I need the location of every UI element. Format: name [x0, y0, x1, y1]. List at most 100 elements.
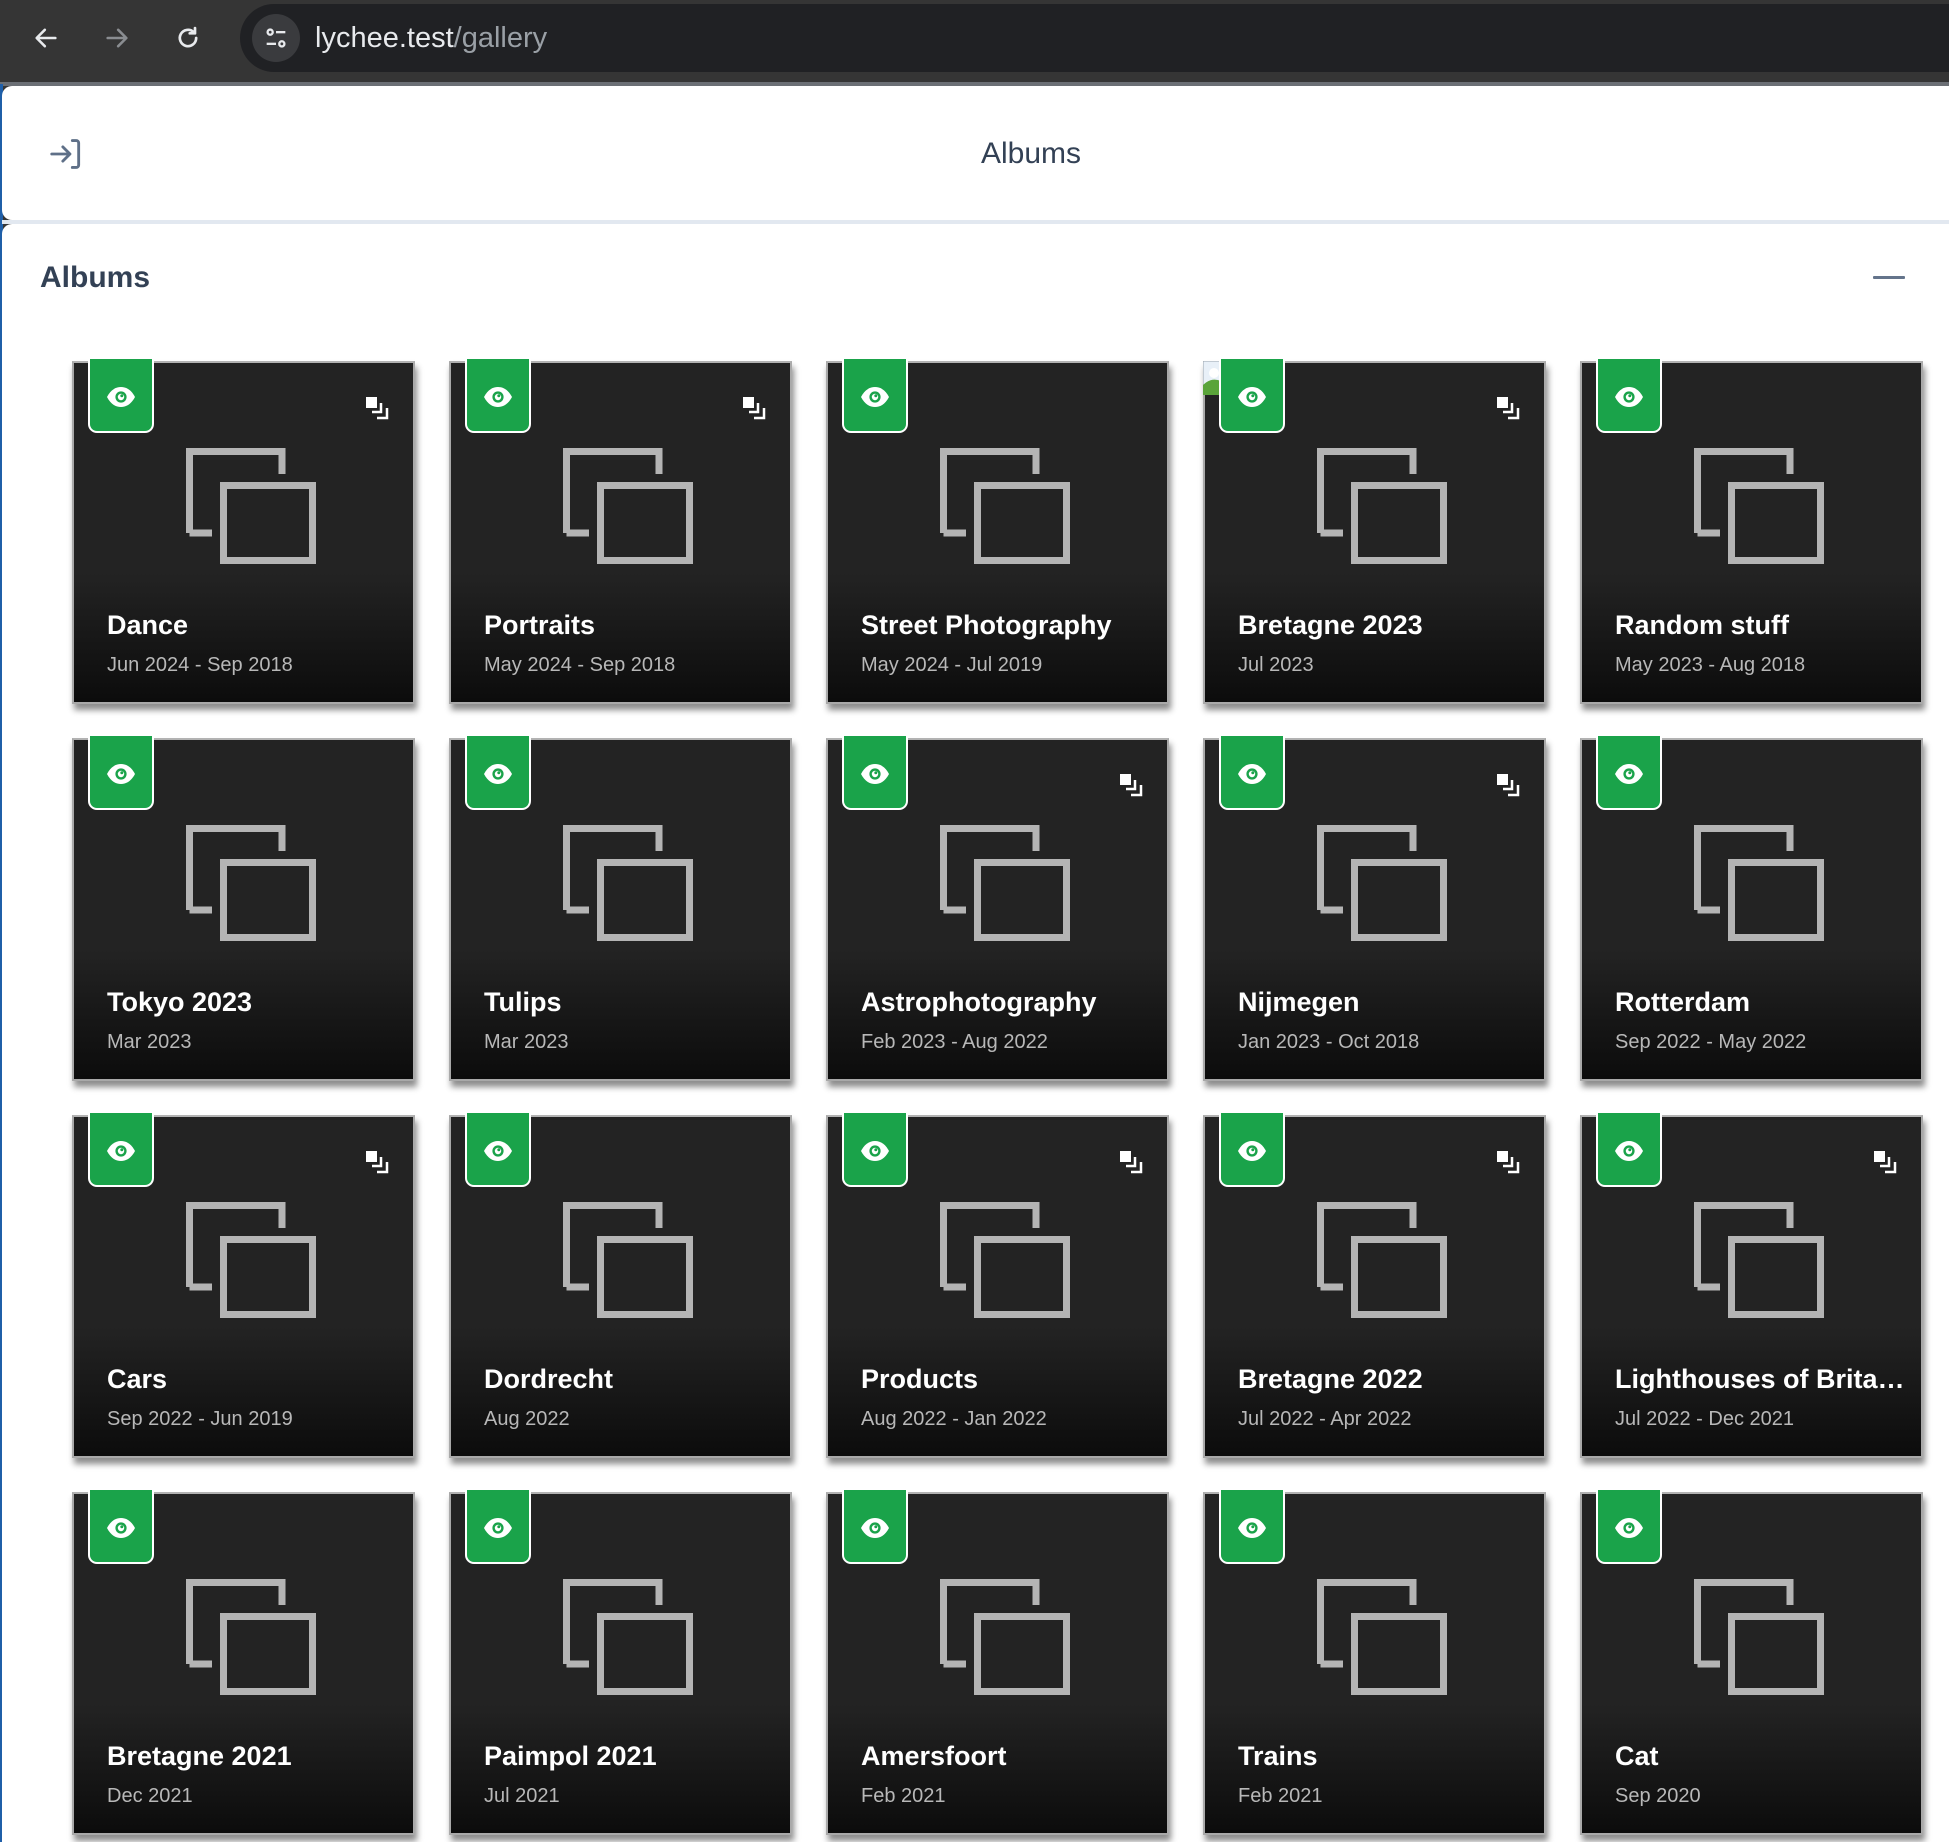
- album-placeholder-icon: [1317, 448, 1447, 564]
- public-badge: [842, 1490, 908, 1564]
- album-placeholder-icon: [563, 1579, 693, 1695]
- album-card[interactable]: Street Photography May 2024 - Jul 2019: [826, 359, 1169, 704]
- eye-icon: [1238, 1141, 1266, 1161]
- album-title: Cars: [107, 1364, 168, 1394]
- album-placeholder-icon: [940, 1579, 1070, 1695]
- address-bar[interactable]: lychee.test/gallery: [240, 4, 1949, 72]
- album-card[interactable]: Tokyo 2023 Mar 2023: [72, 736, 415, 1081]
- page-title: Albums: [980, 137, 1082, 170]
- album-card[interactable]: Lighthouses of Brita… Jul 2022 - Dec 202…: [1580, 1113, 1923, 1458]
- album-card[interactable]: Products Aug 2022 - Jan 2022: [826, 1113, 1169, 1458]
- album-date: Dec 2021: [107, 1785, 193, 1807]
- subalbums-icon: [366, 397, 389, 420]
- eye-icon: [861, 1141, 889, 1161]
- album-card[interactable]: Cars Sep 2022 - Jun 2019: [72, 1113, 415, 1458]
- album-date: Feb 2021: [861, 1785, 946, 1807]
- public-badge: [1596, 1490, 1662, 1564]
- eye-icon: [107, 387, 135, 407]
- album-title: Tokyo 2023: [107, 987, 253, 1017]
- eye-icon: [484, 1518, 512, 1538]
- public-badge: [1219, 1490, 1285, 1564]
- album-card[interactable]: Dance Jun 2024 - Sep 2018: [72, 359, 415, 704]
- minus-icon: [1873, 275, 1905, 279]
- arrow-right-icon: [106, 28, 128, 48]
- album-placeholder-icon: [563, 825, 693, 941]
- album-placeholder-icon: [186, 1579, 316, 1695]
- public-badge: [1596, 359, 1662, 433]
- subalbums-icon: [366, 1151, 389, 1174]
- album-card[interactable]: Nijmegen Jan 2023 - Oct 2018: [1203, 736, 1546, 1081]
- album-title: Bretagne 2021: [107, 1741, 292, 1771]
- eye-icon: [484, 764, 512, 784]
- public-badge: [1596, 736, 1662, 810]
- eye-icon: [107, 764, 135, 784]
- album-card[interactable]: Bretagne 2022 Jul 2022 - Apr 2022: [1203, 1113, 1546, 1458]
- album-card[interactable]: Amersfoort Feb 2021: [826, 1490, 1169, 1835]
- public-badge: [88, 1113, 154, 1187]
- eye-icon: [861, 387, 889, 407]
- album-date: Jun 2024 - Sep 2018: [107, 654, 293, 676]
- album-date: May 2023 - Aug 2018: [1615, 654, 1806, 676]
- eye-icon: [107, 1518, 135, 1538]
- album-card[interactable]: Tulips Mar 2023: [449, 736, 792, 1081]
- album-card[interactable]: Rotterdam Sep 2022 - May 2022: [1580, 736, 1923, 1081]
- album-date: Aug 2022 - Jan 2022: [861, 1408, 1047, 1430]
- site-info-button[interactable]: [252, 14, 300, 62]
- album-card[interactable]: Trains Feb 2021: [1203, 1490, 1546, 1835]
- album-placeholder-icon: [1317, 1202, 1447, 1318]
- public-badge: [88, 1490, 154, 1564]
- album-date: Jul 2023: [1238, 654, 1314, 676]
- url-path: /gallery: [453, 22, 548, 54]
- eye-icon: [1238, 387, 1266, 407]
- album-card[interactable]: Dordrecht Aug 2022: [449, 1113, 792, 1458]
- browser-toolbar: lychee.test/gallery: [0, 0, 1949, 84]
- album-title: Astrophotography: [861, 987, 1097, 1017]
- eye-icon: [1238, 764, 1266, 784]
- album-date: Feb 2023 - Aug 2022: [861, 1031, 1048, 1053]
- album-title: Nijmegen: [1238, 987, 1360, 1017]
- album-placeholder-icon: [563, 448, 693, 564]
- album-placeholder-icon: [186, 1202, 316, 1318]
- public-badge: [88, 736, 154, 810]
- album-card[interactable]: Bretagne 2023 Jul 2023: [1203, 359, 1546, 704]
- public-badge: [1596, 1113, 1662, 1187]
- album-date: May 2024 - Jul 2019: [861, 654, 1043, 676]
- public-badge: [842, 1113, 908, 1187]
- back-button[interactable]: [26, 18, 66, 58]
- album-card[interactable]: Paimpol 2021 Jul 2021: [449, 1490, 792, 1835]
- album-placeholder-icon: [940, 448, 1070, 564]
- album-title: Tulips: [484, 987, 562, 1017]
- album-title: Dordrecht: [484, 1364, 614, 1394]
- album-title: Products: [861, 1364, 979, 1394]
- eye-icon: [861, 764, 889, 784]
- subalbums-icon: [1120, 774, 1143, 797]
- eye-icon: [484, 1141, 512, 1161]
- album-card[interactable]: Bretagne 2021 Dec 2021: [72, 1490, 415, 1835]
- collapse-button[interactable]: [1864, 260, 1914, 294]
- public-badge: [1219, 736, 1285, 810]
- eye-icon: [861, 1518, 889, 1538]
- album-card[interactable]: Random stuff May 2023 - Aug 2018: [1580, 359, 1923, 704]
- album-title: Paimpol 2021: [484, 1741, 657, 1771]
- album-card[interactable]: Cat Sep 2020: [1580, 1490, 1923, 1835]
- album-title: Dance: [107, 610, 189, 640]
- album-date: Sep 2022 - May 2022: [1615, 1031, 1807, 1053]
- eye-icon: [484, 387, 512, 407]
- subalbums-icon: [1874, 1151, 1897, 1174]
- album-title: Rotterdam: [1615, 987, 1751, 1017]
- forward-button[interactable]: [97, 18, 137, 58]
- url-text[interactable]: lychee.test/gallery: [315, 21, 547, 55]
- album-title: Cat: [1615, 1741, 1659, 1771]
- album-card[interactable]: Astrophotography Feb 2023 - Aug 2022: [826, 736, 1169, 1081]
- subalbums-icon: [743, 397, 766, 420]
- public-badge: [465, 736, 531, 810]
- album-card[interactable]: Portraits May 2024 - Sep 2018: [449, 359, 792, 704]
- public-badge: [1219, 359, 1285, 433]
- album-placeholder-icon: [1317, 1579, 1447, 1695]
- public-badge: [842, 359, 908, 433]
- reload-button[interactable]: [168, 18, 208, 58]
- eye-icon: [107, 1141, 135, 1161]
- album-title: Trains: [1238, 1741, 1318, 1771]
- tune-icon: [266, 28, 286, 48]
- eye-icon: [1615, 387, 1643, 407]
